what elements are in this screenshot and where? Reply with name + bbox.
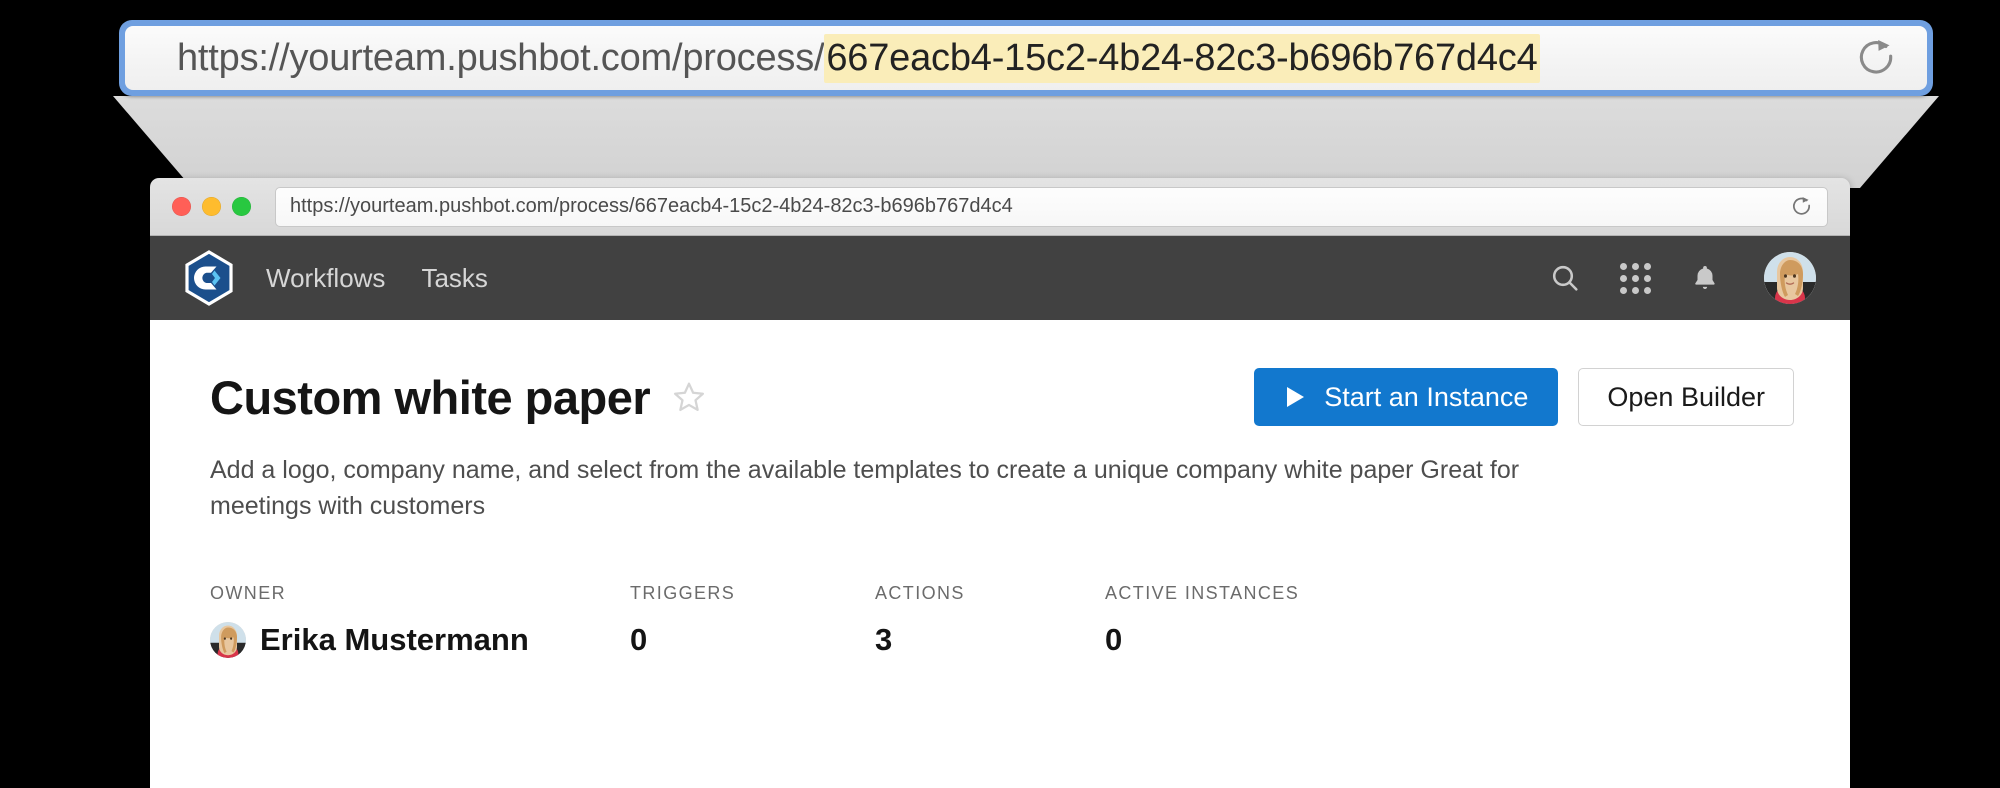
browser-chrome: https://yourteam.pushbot.com/process/667… <box>150 178 1850 236</box>
apps-grid-dots <box>1619 262 1651 294</box>
play-icon <box>1284 385 1306 409</box>
owner-avatar <box>210 621 246 658</box>
owner-name: Erika Mustermann <box>260 621 529 657</box>
stat-active-instances-value: 0 <box>1105 621 1123 657</box>
reload-icon[interactable] <box>1789 195 1813 219</box>
magnified-url-text: https://yourteam.pushbot.com/process/667… <box>177 33 1540 83</box>
user-avatar[interactable] <box>1764 252 1816 304</box>
stat-active-instances: ACTIVE INSTANCES 0 <box>1105 583 1299 658</box>
page-action-buttons: Start an Instance Open Builder <box>1254 368 1810 426</box>
browser-url-text: https://yourteam.pushbot.com/process/667… <box>290 195 1013 217</box>
search-icon[interactable] <box>1548 261 1582 295</box>
magnified-url-highlight: 667eacb4-15c2-4b24-82c3-b696b767d4c4 <box>824 33 1540 83</box>
window-zoom-button[interactable] <box>232 197 251 216</box>
window-traffic-lights <box>172 197 251 216</box>
stat-actions-value: 3 <box>875 621 893 657</box>
browser-address-bar[interactable]: https://yourteam.pushbot.com/process/667… <box>275 186 1828 227</box>
browser-window: https://yourteam.pushbot.com/process/667… <box>150 178 1850 788</box>
page-title: Custom white paper <box>210 370 651 424</box>
app-primary-nav: Workflows Tasks <box>266 263 488 294</box>
open-builder-button[interactable]: Open Builder <box>1578 368 1794 426</box>
reload-icon[interactable] <box>1853 35 1899 81</box>
header-icon-group <box>1548 252 1816 304</box>
stat-triggers: TRIGGERS 0 <box>630 583 875 658</box>
stat-actions: ACTIONS 3 <box>875 583 1105 658</box>
magnified-url-callout: https://yourteam.pushbot.com/process/667… <box>119 20 1933 96</box>
stats-row: OWNER Erika Mustermann TRIGGERS 0 ACTION… <box>210 583 1810 658</box>
page-description: Add a logo, company name, and select fro… <box>210 456 1520 521</box>
stat-active-instances-label: ACTIVE INSTANCES <box>1105 582 1300 603</box>
nav-item-tasks[interactable]: Tasks <box>421 263 487 294</box>
start-an-instance-label: Start an Instance <box>1324 381 1529 412</box>
pushbot-hexagon-logo-icon[interactable] <box>180 249 238 307</box>
notifications-bell-icon[interactable] <box>1688 261 1722 295</box>
star-outline-icon[interactable] <box>672 380 706 414</box>
stat-owner-label: OWNER <box>210 582 286 603</box>
page-content: Custom white paper Start an Instance Ope… <box>150 320 1850 788</box>
stat-owner: OWNER Erika Mustermann <box>210 583 630 658</box>
stat-triggers-value: 0 <box>630 621 648 657</box>
stat-triggers-label: TRIGGERS <box>630 582 736 603</box>
start-an-instance-button[interactable]: Start an Instance <box>1254 368 1559 426</box>
stat-owner-value: Erika Mustermann <box>210 621 630 658</box>
stat-actions-label: ACTIONS <box>875 582 965 603</box>
window-close-button[interactable] <box>172 197 191 216</box>
page-title-row: Custom white paper Start an Instance Ope… <box>210 368 1810 426</box>
magnified-url-base: https://yourteam.pushbot.com/process/ <box>177 36 825 79</box>
window-minimize-button[interactable] <box>202 197 221 216</box>
apps-grid-icon[interactable] <box>1618 261 1652 295</box>
app-header: Workflows Tasks <box>150 236 1850 320</box>
screenshot-stage: https://yourteam.pushbot.com/process/667… <box>0 0 2000 788</box>
nav-item-workflows[interactable]: Workflows <box>266 263 385 294</box>
magnified-url-field[interactable]: https://yourteam.pushbot.com/process/667… <box>125 26 1927 90</box>
